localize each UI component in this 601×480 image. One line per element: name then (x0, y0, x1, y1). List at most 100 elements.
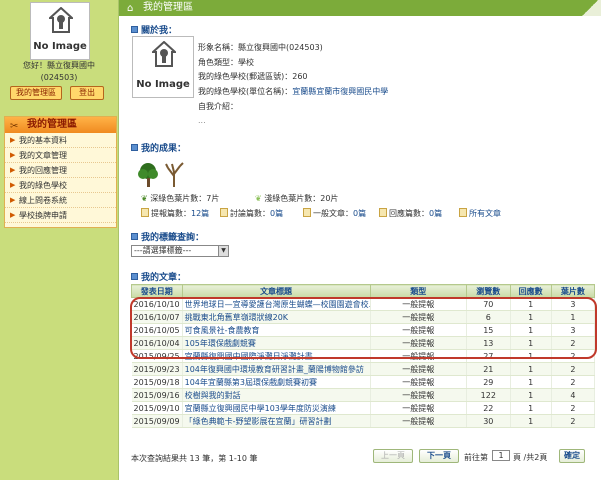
no-image-house-icon (152, 41, 176, 67)
main-content: ⌂ 我的管理區 關於我： No Image 形象名稱：縣立復興國中(024503… (118, 0, 601, 480)
menu-item-label: 我的回應管理 (19, 166, 67, 175)
cell-replies: 1 (510, 414, 552, 428)
page-corner-decoration (579, 0, 601, 16)
table-row: 2015/09/18 104年宜蘭縣第3屆環保戲劇競賽初賽 一般提報 29 1 2 (131, 375, 596, 389)
reply-count: 回應篇數：0篇 (379, 208, 442, 219)
col-header-title[interactable]: 文章標題 (181, 284, 371, 298)
cell-replies: 1 (510, 388, 552, 402)
green-tree-icon (138, 163, 158, 187)
article-title-link[interactable]: 104年復興國中環境教育研習計畫_蘭陽博物館參訪 (182, 362, 371, 376)
tag-select[interactable]: ---請選擇標籤--- ▼ (131, 245, 229, 257)
menu-item-label: 線上問卷系統 (19, 196, 67, 205)
deep-leaf-count: ❦ 深綠色葉片數：7片 (141, 194, 220, 203)
school-unit: 我的綠色學校(單位名稱)：宜蘭縣宜蘭市復興國民中學 (198, 87, 389, 96)
postal-code: 我的綠色學校(郵遞區號)：260 (198, 72, 308, 81)
articles-section-title: 我的文章： (131, 270, 186, 283)
menu-item-replies[interactable]: ▶ 我的回應管理 (5, 163, 116, 178)
article-title-link[interactable]: 宜蘭縣立復興國民中學103學年度防災演練 (182, 401, 371, 415)
page-total: 頁 /共2頁 (513, 453, 548, 462)
menu-item-plate-change[interactable]: ▶ 學校換牌申請 (5, 208, 116, 223)
document-icon (379, 208, 387, 217)
menu-header: ✂ 我的管理區 (5, 117, 116, 133)
menu-item-survey[interactable]: ▶ 線上問卷系統 (5, 193, 116, 208)
reply-count-link[interactable]: 0篇 (429, 209, 442, 218)
col-header-replies[interactable]: 回應數 (509, 284, 552, 298)
menu-item-label: 我的基本資料 (19, 136, 67, 145)
all-articles: 所有文章 (459, 208, 501, 219)
avatar: No Image (30, 2, 90, 60)
confirm-button[interactable]: 確定 (559, 449, 585, 463)
article-title-link[interactable]: 校樹與我的對話 (182, 388, 371, 402)
goto-label: 前往第 (464, 453, 488, 462)
cell-date: 2015/09/10 (131, 401, 183, 415)
article-title-link[interactable]: 「綠色典範卡-野望影展在宜蘭」研習計劃 (182, 414, 371, 428)
table-row: 2015/09/09 「綠色典範卡-野望影展在宜蘭」研習計劃 一般提報 30 1 2 (131, 414, 596, 428)
menu-item-basic-info[interactable]: ▶ 我的基本資料 (5, 133, 116, 148)
cell-leaves: 2 (551, 401, 596, 415)
document-icon (141, 208, 149, 217)
menu-item-articles[interactable]: ▶ 我的文章管理 (5, 148, 116, 163)
cell-views: 29 (466, 375, 511, 389)
cell-date: 2015/09/18 (131, 375, 183, 389)
cell-type: 一般提報 (370, 362, 468, 376)
cell-date: 2015/09/16 (131, 388, 183, 402)
achievements-section-title: 我的成果： (131, 141, 186, 154)
article-title-link[interactable]: 104年宜蘭縣第3屆環保戲劇競賽初賽 (182, 375, 371, 389)
tags-section-title: 我的標籤查詢： (131, 230, 204, 243)
self-intro-label: 自我介紹： (198, 102, 238, 111)
chevron-down-icon: ▼ (218, 246, 228, 256)
about-avatar: No Image (132, 36, 194, 98)
self-intro-value: ... (198, 116, 206, 125)
col-header-leaves[interactable]: 葉片數 (550, 284, 596, 298)
cell-leaves: 2 (551, 414, 596, 428)
discuss-count-link[interactable]: 0篇 (270, 209, 283, 218)
cell-leaves: 2 (551, 375, 596, 389)
result-summary: 本次查詢結果共 13 筆，第 1-10 筆 (131, 454, 258, 463)
prev-page-button[interactable]: 上一頁 (373, 449, 413, 463)
table-row: 2015/09/10 宜蘭縣立復興國民中學103學年度防災演練 一般提報 22 1 2 (131, 401, 596, 415)
logout-button[interactable]: 登出 (70, 86, 104, 100)
page-title: 我的管理區 (143, 2, 193, 13)
next-page-button[interactable]: 下一頁 (419, 449, 459, 463)
school-link[interactable]: 宜蘭縣宜蘭市復興國民中學 (292, 87, 388, 96)
arrow-right-icon: ▶ (10, 181, 16, 189)
col-header-date[interactable]: 發表日期 (131, 284, 183, 298)
sidebar: No Image 您好！縣立復興國中 (024503) 我的管理區 登出 ✂ 我… (0, 0, 118, 480)
menu-item-green-school[interactable]: ▶ 我的綠色學校 (5, 178, 116, 193)
document-icon (303, 208, 311, 217)
leaf-icon: ❦ (255, 194, 262, 203)
cell-replies: 1 (510, 401, 552, 415)
bare-tree-icon (165, 162, 184, 187)
my-area-button[interactable]: 我的管理區 (10, 86, 62, 100)
cell-leaves: 4 (551, 388, 596, 402)
cell-type: 一般提報 (370, 401, 468, 415)
cell-leaves: 2 (551, 362, 596, 376)
cell-replies: 1 (510, 375, 552, 389)
cell-views: 122 (466, 388, 511, 402)
avatar-placeholder-text: No Image (136, 79, 190, 90)
cell-type: 一般提報 (370, 388, 468, 402)
col-header-views[interactable]: 瀏覽數 (466, 284, 511, 298)
arrow-right-icon: ▶ (10, 211, 16, 219)
cell-views: 30 (466, 414, 511, 428)
report-count-link[interactable]: 12篇 (191, 209, 209, 218)
menu-item-label: 我的文章管理 (19, 151, 67, 160)
section-square-icon (131, 273, 138, 280)
general-count-link[interactable]: 0篇 (353, 209, 366, 218)
arrow-right-icon: ▶ (10, 151, 16, 159)
leaf-icon: ❦ (141, 194, 148, 203)
page-header: ⌂ 我的管理區 (119, 0, 601, 16)
cell-date: 2015/09/23 (131, 362, 183, 376)
light-leaf-count: ❦ 淺綠色葉片數：20片 (255, 194, 339, 203)
management-menu: ✂ 我的管理區 ▶ 我的基本資料 ▶ 我的文章管理 ▶ 我的回應管理 ▶ 我的綠色學校 … (4, 116, 117, 228)
cell-type: 一般提報 (370, 375, 468, 389)
page-number-input[interactable]: 1 (492, 450, 510, 461)
cell-replies: 1 (510, 362, 552, 376)
greeting: 您好！縣立復興國中 (024503) (0, 60, 118, 84)
general-count: 一般文章：0篇 (303, 208, 366, 219)
arrow-right-icon: ▶ (10, 136, 16, 144)
greeting-text: 您好！縣立復興國中 (23, 61, 95, 70)
all-articles-link[interactable]: 所有文章 (469, 209, 501, 218)
col-header-type[interactable]: 類型 (369, 284, 468, 298)
cell-views: 22 (466, 401, 511, 415)
